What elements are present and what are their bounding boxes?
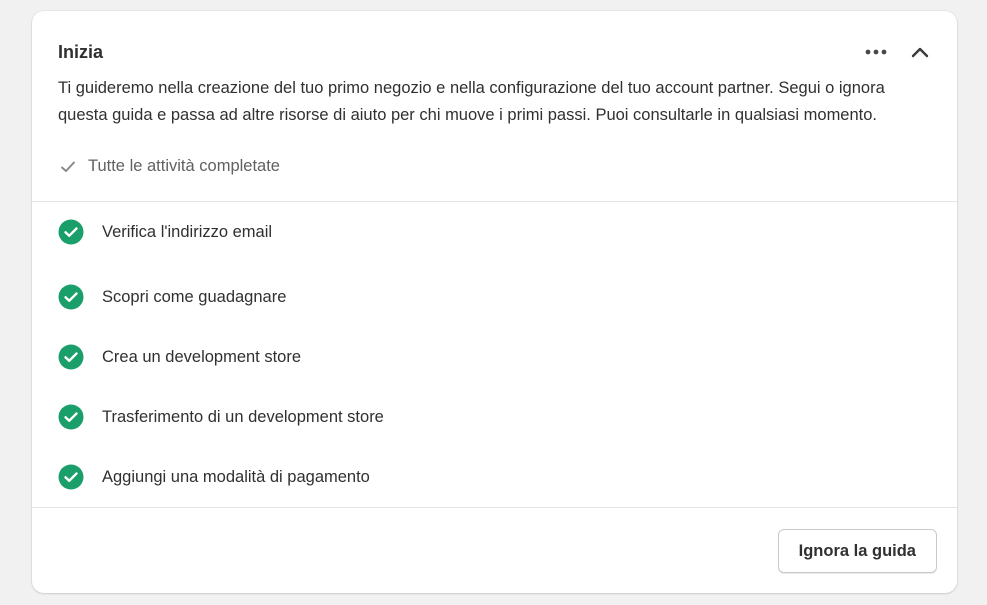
checkmark-icon <box>61 161 75 172</box>
task-label: Crea un development store <box>102 347 302 366</box>
chevron-up-icon <box>911 47 929 58</box>
header-actions <box>861 39 935 65</box>
task-label: Verifica l'indirizzo email <box>102 222 273 241</box>
more-horizontal-icon <box>865 49 887 55</box>
task-item[interactable]: Trasferimento di un development store <box>58 404 384 430</box>
check-circle-icon <box>58 464 84 490</box>
completion-status-text: Tutte le attività completate <box>88 157 280 175</box>
task-label: Scopri come guadagnare <box>102 287 287 306</box>
task-item[interactable]: Scopri come guadagnare <box>58 284 286 310</box>
card-description: Ti guideremo nella creazione del tuo pri… <box>58 79 885 124</box>
task-label: Trasferimento di un development store <box>102 407 384 426</box>
check-circle-icon <box>58 219 84 245</box>
check-circle-icon <box>58 284 84 310</box>
card-header: Inizia Ti guideremo nella creazione del … <box>32 11 957 201</box>
task-item[interactable]: Verifica l'indirizzo email <box>58 219 272 245</box>
check-circle-icon <box>58 404 84 430</box>
check-circle-icon <box>58 344 84 370</box>
header-divider <box>32 201 957 202</box>
completion-status: Tutte le attività completate <box>60 157 280 176</box>
task-item[interactable]: Crea un development store <box>58 344 301 370</box>
task-label: Aggiungi una modalità di pagamento <box>102 467 370 486</box>
collapse-button[interactable] <box>905 39 935 65</box>
footer-divider <box>32 507 957 508</box>
setup-guide-card: Inizia Ti guideremo nella creazione del … <box>32 11 957 593</box>
card-title: Inizia <box>58 42 104 62</box>
task-item[interactable]: Aggiungi una modalità di pagamento <box>58 464 370 490</box>
more-actions-button[interactable] <box>861 39 891 65</box>
dismiss-guide-button[interactable]: Ignora la guida <box>777 529 937 573</box>
